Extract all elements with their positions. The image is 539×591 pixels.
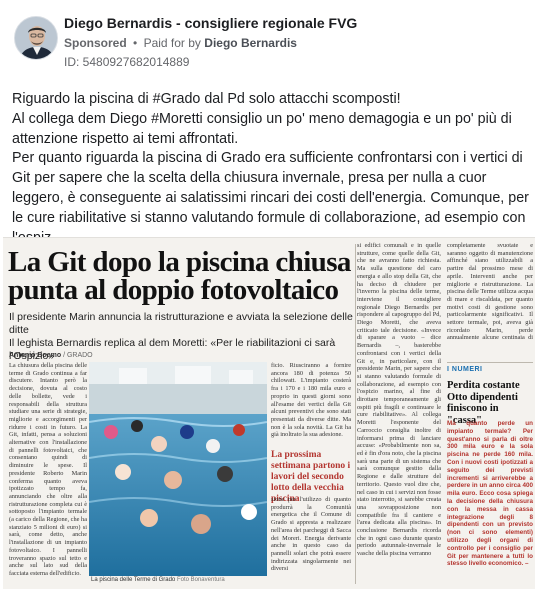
pool-photo — [89, 362, 267, 576]
caption-text: La piscina delle Terme di Grado — [91, 577, 176, 583]
newspaper-clipping-image[interactable]: La Git dopo la piscina chiusa punta al d… — [3, 237, 535, 589]
numbers-label: I NUMERI — [447, 366, 483, 373]
photo-caption: La piscina delle Terme di Grado Foto Bon… — [91, 577, 225, 583]
subhead-line: Il leghista Bernardis replica al dem Mor… — [9, 337, 336, 362]
profile-photo-icon — [15, 17, 57, 59]
photo-credit: Foto Bonaventura — [176, 577, 225, 583]
headline-line: punta al doppio fotovoltaico — [8, 274, 339, 306]
post-paragraph: Riguardo la piscina di #Grado dal Pd sol… — [12, 91, 401, 107]
article-byline: Antonio Boemo / GRADO — [9, 352, 93, 359]
article-headline: La Git dopo la piscina chiusa punta al d… — [8, 246, 356, 306]
byline-author: Antonio Boemo — [9, 352, 62, 359]
pool-scene-icon — [89, 362, 267, 576]
paid-for-prefix: Paid for by — [143, 36, 201, 50]
sponsored-post: Diego Bernardis - consigliere regionale … — [0, 0, 539, 591]
article-column: si edifici comunali e in quelle struttur… — [357, 242, 441, 558]
article-column: completamente svuotate e saranno oggetto… — [447, 242, 533, 342]
headline-line: La Git dopo la piscina chiusa — [8, 246, 351, 278]
article-column: La chiusura della piscina delle terme di… — [9, 362, 87, 577]
section-divider — [447, 362, 533, 363]
post-text: Riguardo la piscina di #Grado dal Pd sol… — [12, 90, 532, 248]
author-name[interactable]: Diego Bernardis - consigliere regionale … — [64, 15, 357, 31]
sponsored-label: Sponsored — [64, 36, 127, 50]
ad-id: ID: 5480927682014889 — [64, 55, 190, 69]
post-paragraph: Per quanto riguarda la piscina di Grado … — [12, 150, 529, 245]
column-divider — [355, 244, 356, 584]
separator-dot: • — [133, 36, 138, 50]
side-column: Ma quanto perde un impianto termale? Per… — [447, 420, 533, 568]
article-main: La Git dopo la piscina chiusa punta al d… — [3, 238, 355, 589]
byline-place: / GRADO — [63, 352, 93, 359]
article-side: si edifici comunali e in quelle struttur… — [357, 238, 535, 589]
article-column: sione per l'utilizzo di quanto produrrà … — [271, 496, 351, 573]
subhead-line: Il presidente Marin annuncia la ristrutt… — [9, 311, 353, 336]
avatar[interactable] — [14, 16, 58, 60]
sponsored-line: Sponsored • Paid for by Diego Bernardis — [64, 36, 297, 50]
post-header: Diego Bernardis - consigliere regionale … — [12, 14, 529, 74]
post-paragraph: Al collega dem Diego #Moretti consiglio … — [12, 110, 512, 147]
paid-for-name: Diego Bernardis — [204, 36, 297, 50]
article-column: ficio. Riusciranno a fornire ancora 180 … — [271, 362, 351, 439]
